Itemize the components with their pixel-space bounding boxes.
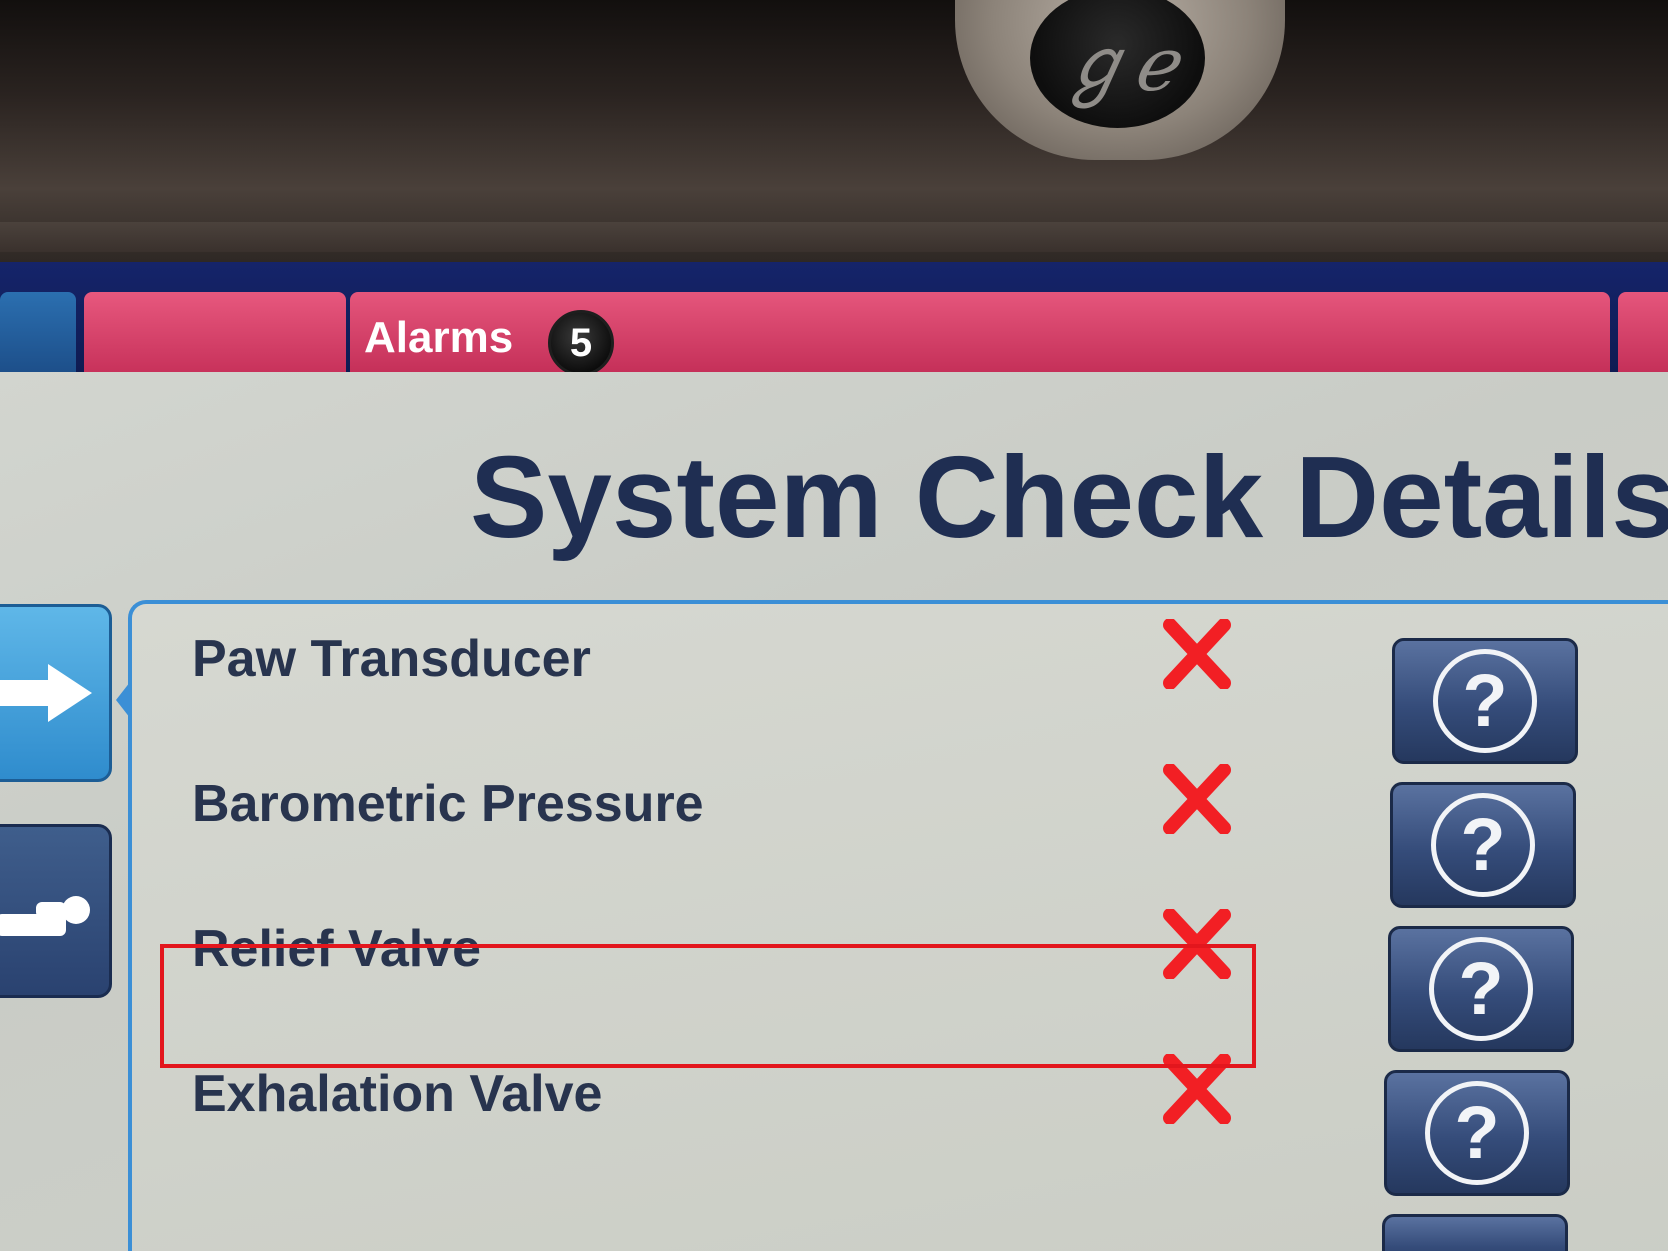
question-mark-icon: ? [1433, 649, 1537, 753]
check-label: Paw Transducer [192, 630, 591, 688]
check-row-barometric-pressure: Barometric Pressure [190, 752, 1260, 852]
help-button[interactable]: ? [1392, 638, 1578, 764]
help-button[interactable]: ? [1384, 1070, 1570, 1196]
check-row-paw-transducer: Paw Transducer [190, 607, 1260, 707]
patient-button[interactable] [0, 824, 112, 998]
check-label: Exhalation Valve [192, 1065, 603, 1123]
patient-icon [0, 896, 90, 936]
content-area: System Check Details Paw Transducer Baro… [0, 372, 1668, 1251]
device-photo: ℊℯ Alarms 5 System Check Details Paw Tra… [0, 0, 1668, 1251]
question-mark-icon: ? [1431, 793, 1535, 897]
tab-bar: Alarms 5 [0, 262, 1668, 376]
red-x-icon [1163, 764, 1231, 834]
bezel-ridge [0, 222, 1668, 252]
tab-right[interactable] [1618, 292, 1668, 372]
arrow-right-icon [0, 664, 92, 722]
screen: Alarms 5 System Check Details Paw Transd… [0, 262, 1668, 1251]
help-button[interactable]: ? [1388, 926, 1574, 1052]
check-label: Barometric Pressure [192, 775, 704, 833]
alarms-tab-label: Alarms [364, 313, 514, 362]
page-title: System Check Details [470, 432, 1668, 562]
question-mark-icon: ? [1429, 937, 1533, 1041]
tab-alarms[interactable] [350, 292, 1610, 372]
tab-left-blue[interactable] [0, 292, 76, 372]
alarm-count-badge: 5 [548, 310, 614, 376]
help-button[interactable]: ? [1390, 782, 1576, 908]
help-button[interactable] [1382, 1214, 1568, 1251]
tab-pink[interactable] [84, 292, 346, 372]
red-x-icon [1163, 619, 1231, 689]
question-mark-icon: ? [1425, 1081, 1529, 1185]
highlight-box [160, 944, 1256, 1068]
arrow-right-button[interactable] [0, 604, 112, 782]
